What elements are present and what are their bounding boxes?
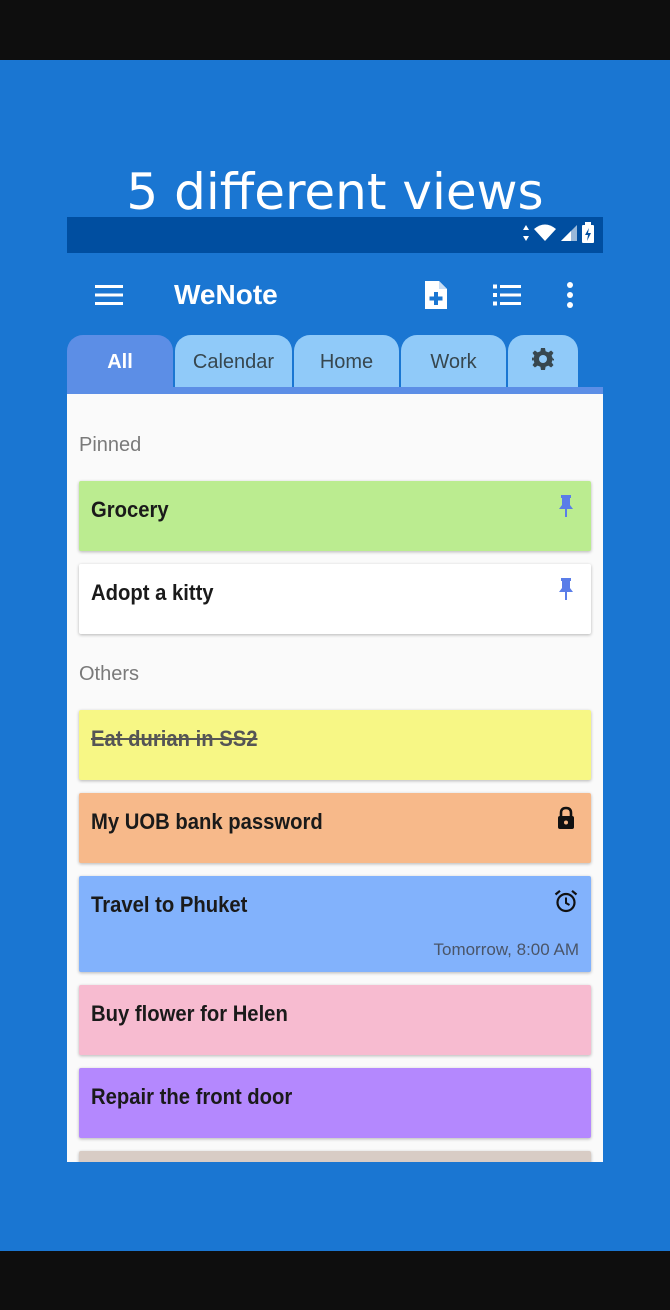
reminder-time: Tomorrow, 8:00 AM [433,940,579,959]
pin-icon[interactable] [553,493,579,519]
tab-bar: All Calendar Home Work [67,335,603,393]
tab-settings[interactable] [508,335,578,389]
note-card[interactable]: Grocery [79,481,591,551]
cell-signal-icon [559,223,579,248]
note-title: My UOB bank password [91,809,323,834]
tab-calendar[interactable]: Calendar [175,335,292,389]
tab-work[interactable]: Work [401,335,506,389]
phone-screen: WeNote All Calendar Home Work Pinned Gro… [67,217,603,1162]
pin-icon[interactable] [553,576,579,602]
tab-home[interactable]: Home [294,335,399,389]
note-card[interactable]: Buy flower for Helen [79,985,591,1055]
note-card[interactable]: Adopt a kitty [79,564,591,634]
promo-title: 5 different views [126,163,544,221]
alarm-icon [553,888,579,914]
note-card[interactable] [79,1151,591,1162]
more-vert-icon[interactable] [548,273,592,317]
note-title: Repair the front door [91,1084,293,1109]
note-add-icon[interactable] [414,273,458,317]
tab-indicator [67,387,603,394]
note-card[interactable]: Repair the front door [79,1068,591,1138]
note-title: Adopt a kitty [91,580,214,605]
hamburger-menu-icon[interactable] [87,273,131,317]
data-transfer-icon [521,223,531,248]
list-view-icon[interactable] [485,273,529,317]
tab-all[interactable]: All [67,335,173,389]
note-card[interactable]: Eat durian in SS2 [79,710,591,780]
note-title: Grocery [91,497,169,522]
section-label-others: Others [79,663,140,685]
settings-gear-icon [531,347,555,377]
wifi-icon [533,223,557,248]
note-title: Eat durian in SS2 [91,726,258,751]
app-title: WeNote [174,279,278,310]
status-bar [67,217,603,253]
note-title: Buy flower for Helen [91,1001,288,1026]
lock-icon [553,805,579,831]
status-icons [521,221,595,249]
note-title: Travel to Phuket [91,892,248,917]
section-label-pinned: Pinned [79,434,142,456]
note-card[interactable]: My UOB bank password [79,793,591,863]
note-card[interactable]: Travel to Phuket Tomorrow, 8:00 AM [79,876,591,972]
app-bar: WeNote [67,253,603,337]
battery-charging-icon [581,221,595,249]
